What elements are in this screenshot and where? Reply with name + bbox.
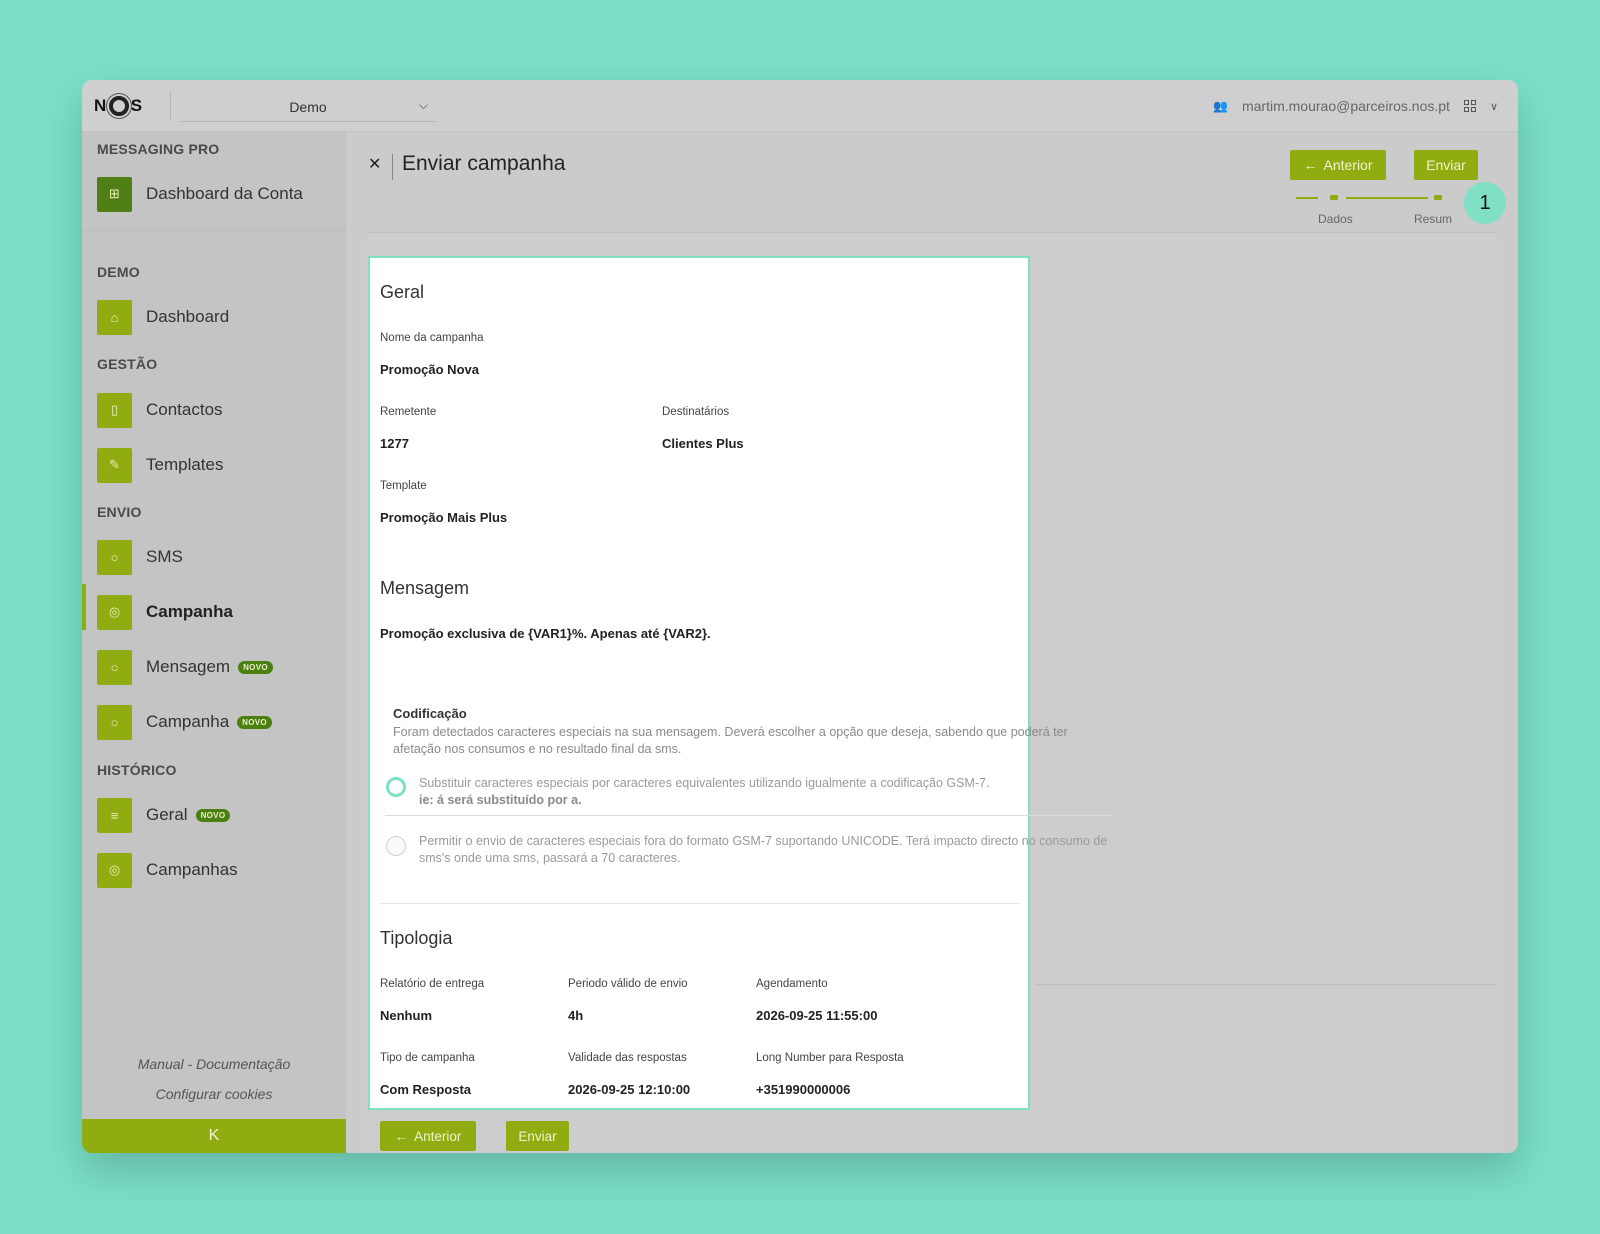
chat-bubbles-icon: ◎ [97,852,132,888]
sidebar-divider [82,230,346,231]
field-label: Long Number para Resposta [756,1052,904,1064]
anterior-button-bottom[interactable]: ← Anterior [380,1121,476,1151]
user-email[interactable]: martim.mourao@parceiros.nos.pt [1242,98,1450,114]
field-label: Validade das respostas [568,1052,687,1064]
enviar-button-bottom[interactable]: Enviar [506,1121,569,1151]
codificacao-title: Codificação [393,706,467,721]
stepper-dot [1330,195,1338,200]
chat-bubble-icon: ○ [97,539,132,575]
user-area: 👥 martim.mourao@parceiros.nos.pt ∨ [1213,80,1498,132]
sidebar-item-campanha[interactable]: ◎ Campanha [97,594,233,630]
radio-unselected[interactable] [386,836,406,856]
novo-badge: NOVO [195,808,231,822]
field-label: Tipo de campanha [380,1052,475,1064]
topbar-divider [170,90,171,121]
field-label: Remetente [380,406,437,418]
top-bar: N S Demo ⌵ 👥 martim.mourao@parceiros.nos… [82,80,1518,132]
field-label: Agendamento [756,978,828,990]
stepper-line [1346,197,1428,199]
codificacao-description: Foram detectados caracteres especiais na… [393,725,1068,756]
sidebar-item-campanha-novo[interactable]: ○ Campanha NOVO [97,704,272,740]
field-value: 2026-09-25 11:55:00 [756,1008,878,1023]
field-label: Destinatários [662,406,730,418]
chevron-down-icon: ⌵ [418,98,428,112]
page-title: Enviar campanha [402,152,566,175]
collapse-icon: K [208,1127,220,1144]
field-value: 4h [568,1008,584,1023]
option-divider [385,815,1111,816]
novo-badge: NOVO [238,660,273,674]
sidebar: MESSAGING PRO ⊞ Dashboard da Conta DEMO … [82,132,346,1153]
account-select-value: Demo [289,98,327,115]
sidebar-item-dashboard[interactable]: ⌂ Dashboard [97,299,229,335]
section-divider [380,903,1020,904]
arrow-left-icon: ← [394,1128,409,1144]
option-example: ie: á será substituído por a. [419,793,582,807]
field-value: Promoção Mais Plus [380,510,508,525]
section-messaging-pro: MESSAGING PRO [97,141,220,157]
cookies-link[interactable]: Configurar cookies [82,1086,346,1102]
option-text: Permitir o envio de caracteres especiais… [419,834,1108,865]
enviar-button[interactable]: Enviar [1414,150,1478,180]
logo-ring-icon [108,95,129,116]
account-select[interactable]: Demo ⌵ [180,92,436,122]
chat-bubbles-icon: ◎ [97,594,132,630]
sidebar-item-templates[interactable]: ✎ Templates [97,447,223,483]
message-text: Promoção exclusiva de {VAR1}%. Apenas at… [380,626,711,641]
grid-icon: ⊞ [97,176,132,212]
field-label: Periodo válido de envio [568,978,688,990]
field-value: Clientes Plus [662,436,744,451]
active-indicator [82,584,86,630]
manual-link[interactable]: Manual - Documentação [82,1056,346,1072]
sidebar-item-dashboard-conta[interactable]: ⊞ Dashboard da Conta [97,176,303,212]
field-label: Relatório de entrega [380,978,485,990]
summary-card: Geral Nome da campanha Promoção Nova Rem… [368,256,1030,1110]
sidebar-item-mensagem[interactable]: ○ Mensagem NOVO [97,649,273,685]
step-label[interactable]: Resum [1414,212,1452,226]
collapse-sidebar-button[interactable]: K [82,1119,346,1153]
title-divider [392,154,393,180]
sidebar-item-sms[interactable]: ○ SMS [97,539,183,575]
sidebar-item-campanhas[interactable]: ◎ Campanhas [97,852,238,888]
arrow-left-icon: ← [1303,157,1318,173]
field-value: 1277 [380,436,409,451]
close-icon[interactable]: ✕ [368,154,381,174]
field-value: Com Resposta [380,1082,472,1097]
section-demo: DEMO [97,264,140,280]
chevron-down-icon[interactable]: ∨ [1490,100,1498,113]
stepper-line [1296,197,1318,199]
option-text: Substituir caracteres especiais por cara… [419,776,990,790]
step-label[interactable]: Dados [1318,212,1353,226]
chat-bubble-icon: ○ [97,649,132,685]
stepper-dot [1434,195,1442,200]
section-title-geral: Geral [380,282,425,302]
step-callout-badge: 1 [1464,182,1506,224]
field-value: Promoção Nova [380,362,479,377]
section-envio: ENVIO [97,504,142,520]
apps-grid-icon[interactable] [1463,100,1476,112]
field-label: Template [380,480,427,492]
document-icon: ✎ [97,447,132,483]
sidebar-item-contactos[interactable]: ▯ Contactos [97,392,223,428]
radio-selected[interactable] [386,777,406,797]
novo-badge: NOVO [237,715,272,729]
content-divider [1036,984,1496,985]
nos-logo: N S [94,95,143,116]
user-icon: 👥 [1213,99,1228,113]
sidebar-item-geral[interactable]: ≡ Geral NOVO [97,797,231,833]
section-title-tipologia: Tipologia [380,928,453,948]
database-icon: ≡ [97,797,132,833]
field-value: 2026-09-25 12:10:00 [568,1082,691,1097]
anterior-button[interactable]: ← Anterior [1290,150,1386,180]
section-gestao: GESTÃO [97,356,158,372]
section-historico: HISTÓRICO [97,762,177,778]
field-value: +351990000006 [756,1082,851,1097]
chat-bubble-icon: ○ [97,704,132,740]
phone-icon: ▯ [97,392,132,428]
home-icon: ⌂ [97,299,132,335]
field-label: Nome da campanha [380,332,484,344]
section-title-mensagem: Mensagem [380,578,470,598]
field-value: Nenhum [380,1008,432,1023]
